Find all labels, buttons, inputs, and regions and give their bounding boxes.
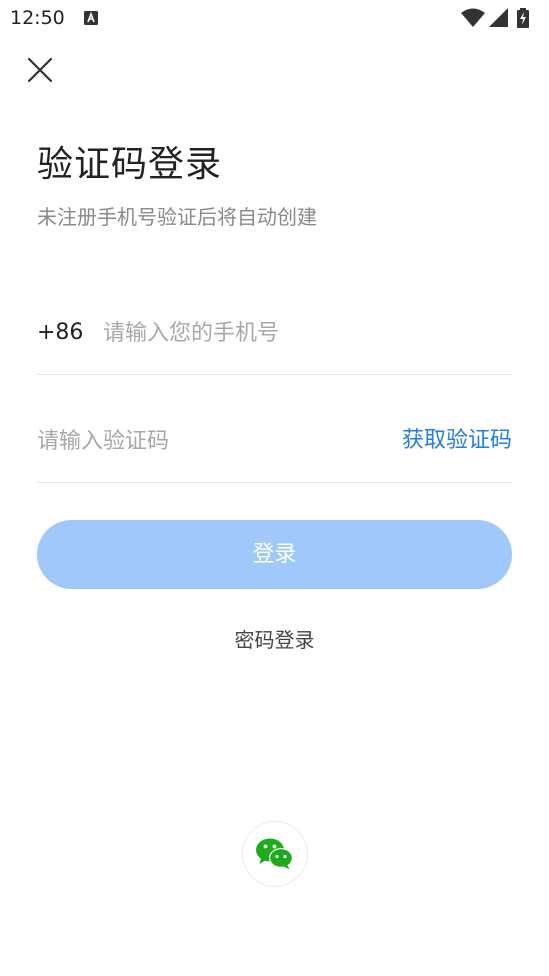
battery-charging-icon xyxy=(517,8,529,28)
page-title: 验证码登录 xyxy=(37,144,223,185)
verification-code-input[interactable] xyxy=(37,422,367,460)
a-icon xyxy=(84,10,98,25)
status-time: 12:50 xyxy=(10,7,65,29)
login-button[interactable]: 登录 xyxy=(37,520,512,589)
country-code[interactable]: +86 xyxy=(37,319,83,347)
close-button[interactable] xyxy=(22,52,58,88)
wechat-icon xyxy=(256,838,293,870)
status-icons xyxy=(461,8,541,28)
cellular-signal-icon xyxy=(489,8,508,27)
phone-row: +86 xyxy=(37,300,512,375)
phone-input[interactable] xyxy=(103,314,503,352)
wechat-login-button[interactable] xyxy=(242,821,308,887)
get-code-button[interactable]: 获取验证码 xyxy=(402,426,512,456)
page-subtitle: 未注册手机号验证后将自动创建 xyxy=(37,205,317,229)
status-bar: 12:50 xyxy=(0,0,549,36)
wifi-icon xyxy=(461,8,485,27)
close-icon xyxy=(27,57,53,83)
code-row: 获取验证码 xyxy=(37,408,512,483)
password-login-link[interactable]: 密码登录 xyxy=(0,626,549,654)
